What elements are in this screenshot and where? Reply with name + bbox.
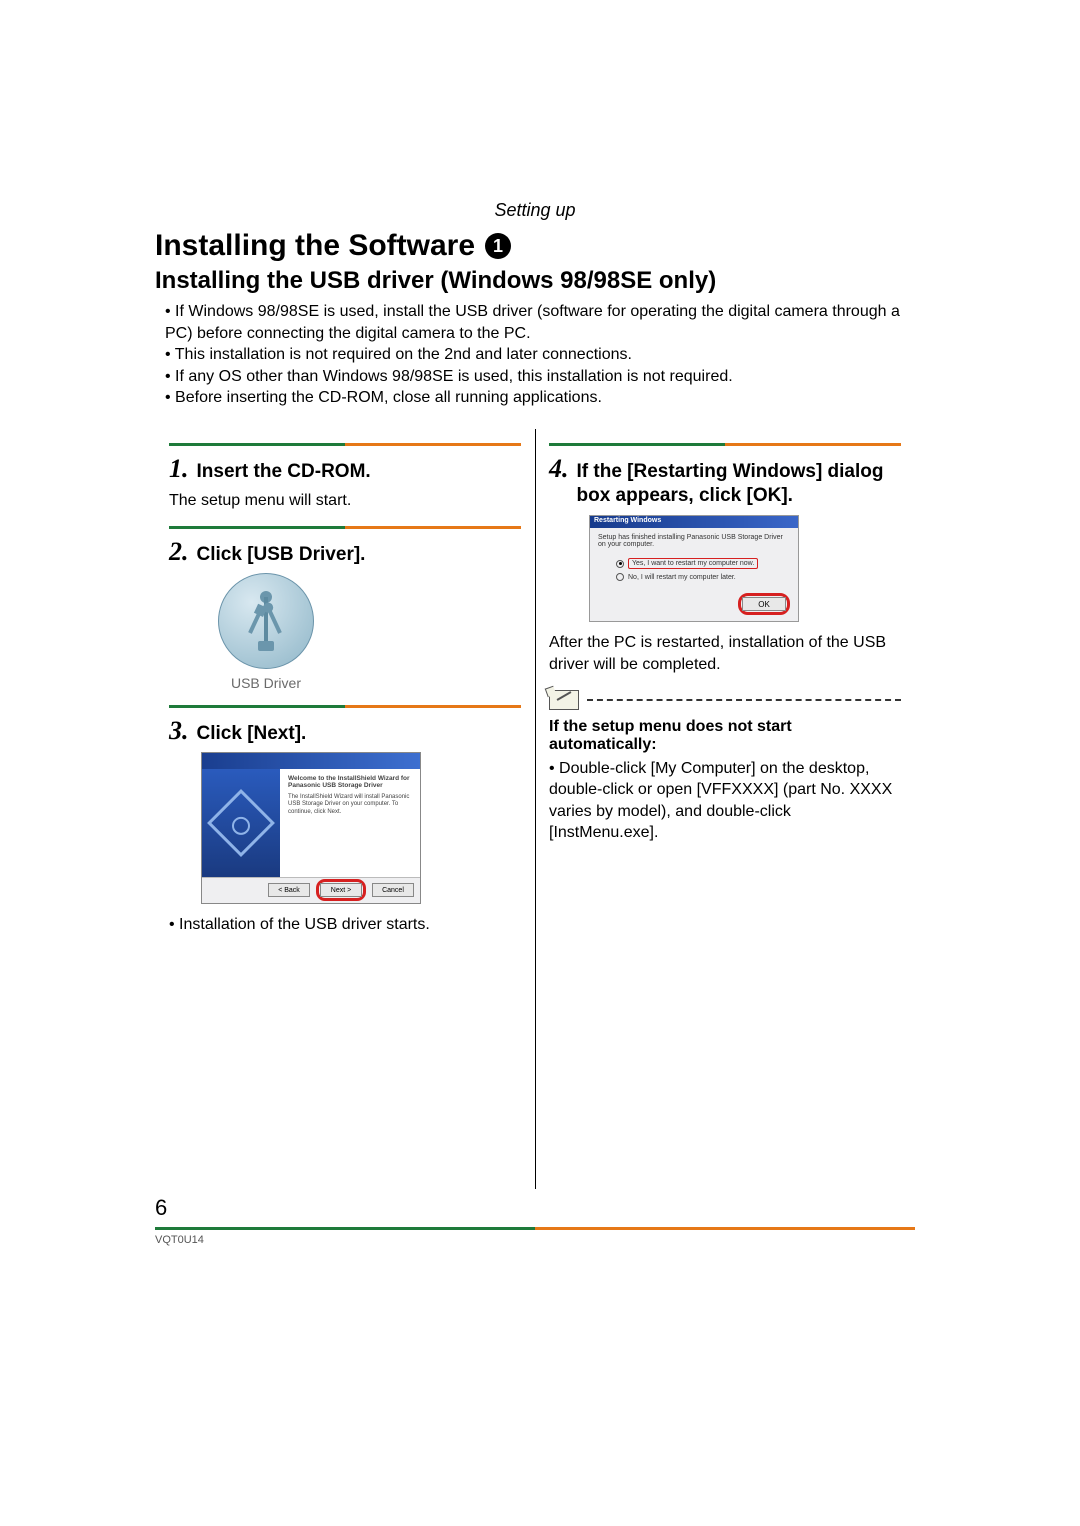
step-title: Click [USB Driver]. [197,543,366,567]
usb-driver-icon: USB Driver [201,573,331,691]
right-column: 4. If the [Restarting Windows] dialog bo… [535,429,915,935]
intro-item: If Windows 98/98SE is used, install the … [165,301,915,344]
page-number: 6 [155,1195,915,1221]
usb-circle-icon [218,573,314,669]
step-divider [169,443,521,446]
ok-button: OK [742,597,786,611]
step-number: 3. [169,716,189,746]
page-footer: 6 VQT0U14 [155,1195,915,1246]
back-button: < Back [268,883,310,897]
intro-item: If any OS other than Windows 98/98SE is … [165,366,915,388]
manual-page: Setting up Installing the Software 1 Ins… [155,200,915,935]
step-title: If the [Restarting Windows] dialog box a… [577,460,902,508]
wizard-heading: Welcome to the InstallShield Wizard for … [288,775,412,791]
radio-icon [616,560,624,568]
usb-trident-icon [244,591,288,651]
dialog-message: Setup has finished installing Panasonic … [598,534,790,548]
step-divider [169,705,521,708]
step-heading: 3. Click [Next]. [169,716,521,746]
page-title: Installing the Software [155,229,475,263]
footer-rule [155,1227,915,1230]
columns: 1. Insert the CD-ROM. The setup menu wil… [155,429,915,935]
next-button-highlight: Next > [316,879,366,901]
radio-option-no: No, I will restart my computer later. [616,573,790,581]
cancel-button: Cancel [372,883,414,897]
intro-item: Before inserting the CD-ROM, close all r… [165,387,915,409]
step-number: 1. [169,454,189,484]
ok-button-highlight: OK [738,593,790,615]
wizard-content: Welcome to the InstallShield Wizard for … [280,769,420,877]
note-body: Double-click [My Computer] on the deskto… [549,758,901,844]
note-icon [549,690,579,710]
title-badge-icon: 1 [485,233,511,259]
wizard-text: The InstallShield Wizard will install Pa… [288,794,412,816]
step-title: Click [Next]. [197,722,307,746]
document-code: VQT0U14 [155,1234,915,1246]
radio-option-yes: Yes, I want to restart my computer now. [616,558,790,569]
dialog-titlebar: Restarting Windows [590,516,798,528]
step-heading: 2. Click [USB Driver]. [169,537,521,567]
page-title-row: Installing the Software 1 [155,229,915,263]
step-title: Insert the CD-ROM. [197,460,371,484]
wizard-sidebar [202,769,280,877]
step-after-text: After the PC is restarted, installation … [549,632,901,675]
step-heading: 1. Insert the CD-ROM. [169,454,521,484]
option-highlight: Yes, I want to restart my computer now. [628,558,758,569]
intro-bullets: If Windows 98/98SE is used, install the … [155,301,915,409]
dialog-footer: OK [590,589,798,621]
wizard-footer: < Back Next > Cancel [202,877,420,903]
restarting-windows-dialog: Restarting Windows Setup has finished in… [589,515,799,622]
page-subtitle: Installing the USB driver (Windows 98/98… [155,267,915,295]
installshield-wizard-screenshot: Welcome to the InstallShield Wizard for … [201,752,421,904]
step-number: 4. [549,454,569,484]
step-number: 2. [169,537,189,567]
section-label: Setting up [155,200,915,221]
dash-line [587,699,901,701]
note-title: If the setup menu does not start automat… [549,718,901,754]
step-divider [169,526,521,529]
step-note: Installation of the USB driver starts. [169,914,521,936]
left-column: 1. Insert the CD-ROM. The setup menu wil… [155,429,535,935]
next-button: Next > [320,883,362,897]
dialog-body: Setup has finished installing Panasonic … [590,528,798,589]
note-divider [549,690,901,710]
step-body: The setup menu will start. [169,490,521,512]
wizard-logo-icon [207,789,275,857]
radio-icon [616,573,624,581]
wizard-titlebar [202,753,420,769]
usb-icon-label: USB Driver [201,675,331,691]
step-heading: 4. If the [Restarting Windows] dialog bo… [549,454,901,508]
column-divider [535,429,536,1189]
intro-item: This installation is not required on the… [165,344,915,366]
step-divider [549,443,901,446]
option-label: No, I will restart my computer later. [628,574,736,581]
